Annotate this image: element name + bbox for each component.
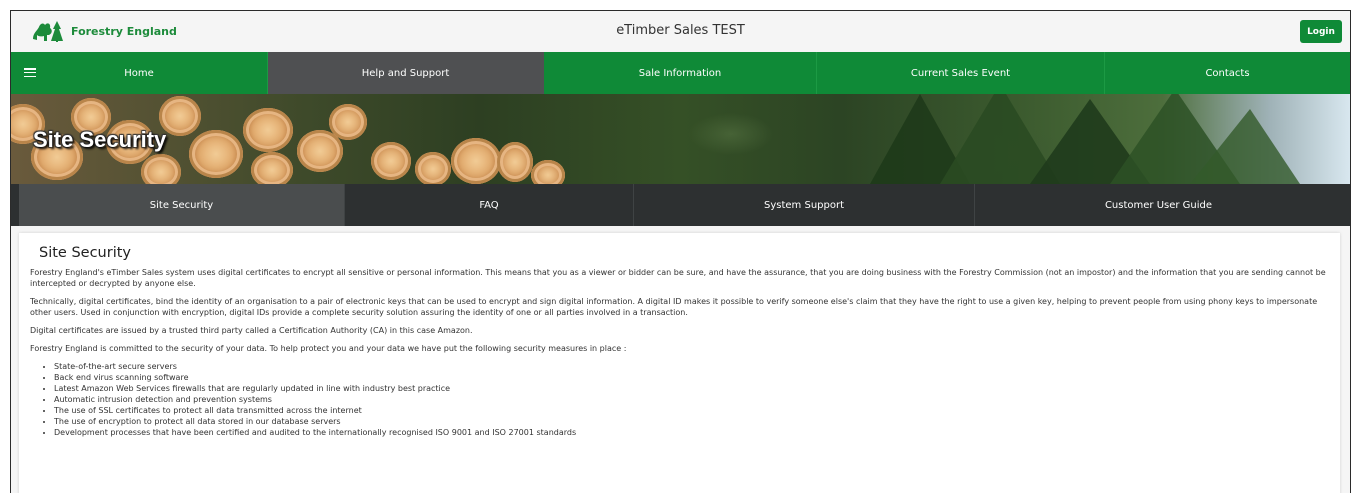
log-image — [497, 142, 533, 182]
tab-system-support[interactable]: System Support — [634, 184, 975, 226]
page-title: Site Security — [39, 245, 131, 261]
log-image — [189, 130, 243, 178]
nav-item-help-and-support[interactable]: Help and Support — [268, 52, 544, 94]
nav-item-contacts[interactable]: Contacts — [1105, 52, 1350, 94]
paragraph-commitment: Forestry England is committed to the sec… — [30, 344, 627, 353]
log-image — [451, 138, 501, 184]
login-button[interactable]: Login — [1300, 20, 1342, 43]
paragraph-certificate-authority: Digital certificates are issued by a tru… — [30, 326, 473, 335]
list-item: The use of SSL certificates to protect a… — [54, 405, 1331, 416]
log-image — [531, 160, 565, 184]
banner-title: Site Security — [33, 127, 167, 152]
content-panel: Site Security Forestry England's eTimber… — [19, 233, 1340, 493]
main-nav: Home Help and Support Sale Information C… — [11, 52, 1350, 94]
log-image — [415, 152, 451, 184]
hamburger-menu-icon[interactable] — [24, 68, 36, 77]
tab-customer-user-guide[interactable]: Customer User Guide — [975, 184, 1342, 226]
browser-frame: Forestry England eTimber Sales TEST Logi… — [10, 10, 1351, 493]
paragraph-technical: Technically, digital certificates, bind … — [30, 297, 1318, 317]
list-item: Automatic intrusion detection and preven… — [54, 394, 1331, 405]
list-item: Latest Amazon Web Services firewalls tha… — [54, 383, 1331, 394]
forest-background-image — [870, 94, 1300, 184]
list-item: Development processes that have been cer… — [54, 427, 1331, 438]
nav-item-current-sales-event[interactable]: Current Sales Event — [817, 52, 1105, 94]
nav-item-home[interactable]: Home — [11, 52, 268, 94]
sub-nav: Site Security FAQ System Support Custome… — [11, 184, 1350, 226]
list-item: The use of encryption to protect all dat… — [54, 416, 1331, 427]
security-measures-list: State-of-the-art secure servers Back end… — [30, 361, 1331, 438]
log-image — [371, 142, 411, 180]
top-header: Forestry England eTimber Sales TEST Logi… — [11, 11, 1350, 52]
tab-faq[interactable]: FAQ — [345, 184, 634, 226]
paragraph-intro: Forestry England's eTimber Sales system … — [30, 268, 1326, 288]
log-image — [329, 104, 367, 140]
list-item: Back end virus scanning software — [54, 372, 1331, 383]
list-item: State-of-the-art secure servers — [54, 361, 1331, 372]
app-title: eTimber Sales TEST — [616, 23, 745, 38]
log-image — [251, 152, 293, 184]
tab-site-security[interactable]: Site Security — [19, 184, 345, 226]
nav-item-sale-information[interactable]: Sale Information — [544, 52, 817, 94]
log-image — [141, 154, 181, 184]
log-image — [243, 108, 293, 152]
page-banner: Site Security — [11, 94, 1350, 184]
